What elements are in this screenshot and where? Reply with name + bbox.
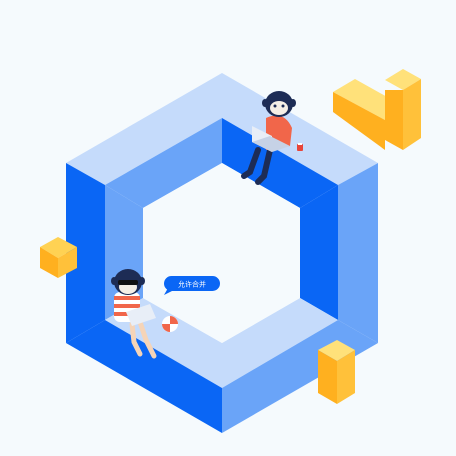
yellow-l-bracket-icon bbox=[333, 69, 421, 150]
hexagon-frame-illustration: 允许合并 bbox=[40, 69, 421, 433]
mug-icon bbox=[297, 143, 303, 151]
illustration-stage: 允许合并 bbox=[0, 0, 456, 456]
yellow-bar-icon bbox=[318, 340, 355, 404]
beach-ball-icon bbox=[162, 316, 178, 332]
speech-bubble-label: 允许合并 bbox=[178, 280, 206, 289]
